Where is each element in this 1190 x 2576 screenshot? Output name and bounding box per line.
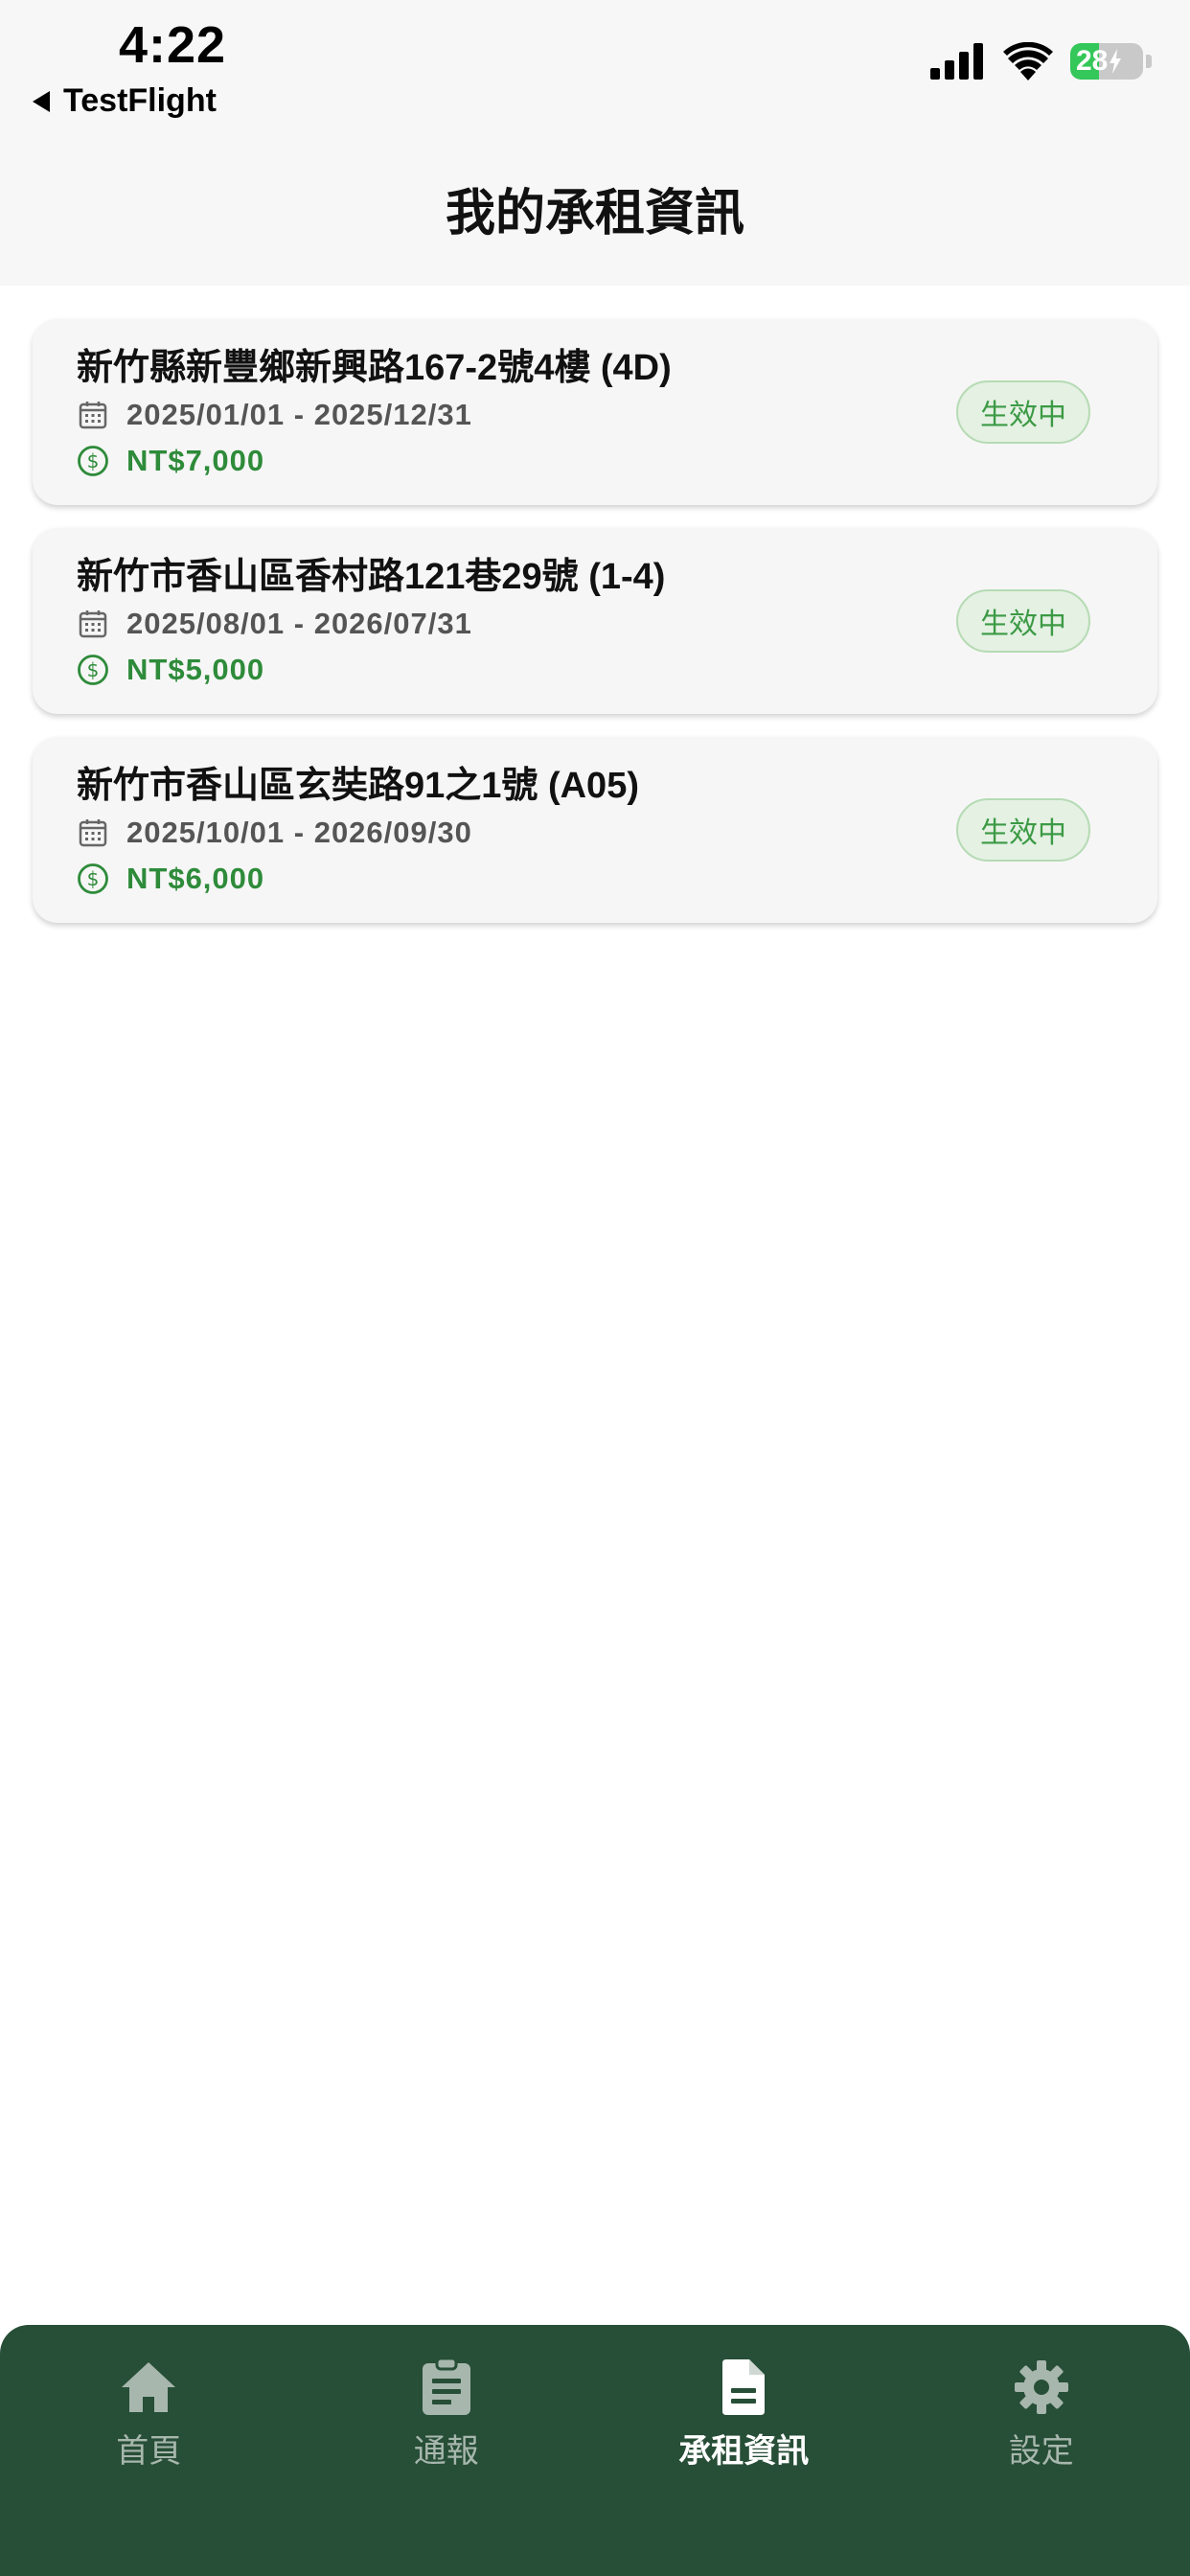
dollar-circle-icon: $ <box>77 445 109 477</box>
svg-text:$: $ <box>87 867 100 890</box>
lease-rent-row: $ NT$7,000 <box>77 440 1113 482</box>
gear-icon <box>1012 2358 1071 2417</box>
lease-rent-row: $ NT$6,000 <box>77 858 1113 900</box>
cellular-signal-icon <box>930 43 983 80</box>
tab-label: 通報 <box>413 2433 479 2470</box>
svg-text:$: $ <box>87 449 100 472</box>
lease-rent: NT$6,000 <box>126 862 265 895</box>
lease-address: 新竹市香山區香村路121巷29號 (1-4) <box>77 557 666 597</box>
back-link-label: TestFlight <box>63 82 217 119</box>
status-badge: 生效中 <box>956 798 1090 862</box>
battery-nub <box>1146 55 1152 68</box>
lease-rent: NT$5,000 <box>126 653 265 686</box>
svg-text:$: $ <box>87 658 100 681</box>
calendar-icon <box>77 399 109 431</box>
tab-lease-info[interactable]: 承租資訊 <box>595 2325 893 2576</box>
status-time: 4:22 <box>119 16 227 74</box>
lease-period: 2025/01/01 - 2025/12/31 <box>126 398 472 431</box>
battery-level: 28 <box>1076 45 1109 77</box>
calendar-icon <box>77 816 109 849</box>
lease-rent: NT$7,000 <box>126 444 265 477</box>
page-title: 我的承租資訊 <box>445 186 744 242</box>
dollar-circle-icon: $ <box>77 654 109 686</box>
screen: 4:22 TestFlight 28 我的承租資訊 新竹縣新豐鄉新興路167-2… <box>0 0 1190 2576</box>
status-icons: 28 <box>930 42 1152 80</box>
wifi-icon <box>1003 42 1053 80</box>
tab-report[interactable]: 通報 <box>298 2325 596 2576</box>
lease-list: 新竹縣新豐鄉新興路167-2號4樓 (4D) 2025/01/01 - 2025… <box>33 319 1157 946</box>
lease-card[interactable]: 新竹縣新豐鄉新興路167-2號4樓 (4D) 2025/01/01 - 2025… <box>33 319 1157 505</box>
tab-home[interactable]: 首頁 <box>0 2325 298 2576</box>
lease-card[interactable]: 新竹市香山區玄奘路91之1號 (A05) 2025/10/01 - 2026/0… <box>33 737 1157 923</box>
lease-rent-row: $ NT$5,000 <box>77 649 1113 691</box>
status-badge: 生效中 <box>956 589 1090 653</box>
battery-charging-icon: 28 <box>1070 43 1143 80</box>
lease-address: 新竹市香山區玄奘路91之1號 (A05) <box>77 766 639 806</box>
top-area: 4:22 TestFlight 28 我的承租資訊 <box>0 0 1190 286</box>
tab-label: 承租資訊 <box>678 2433 810 2470</box>
calendar-icon <box>77 608 109 640</box>
lease-card[interactable]: 新竹市香山區香村路121巷29號 (1-4) 2025/08/01 - 2026… <box>33 528 1157 714</box>
lease-period: 2025/10/01 - 2026/09/30 <box>126 816 472 849</box>
dollar-circle-icon: $ <box>77 862 109 895</box>
lease-period: 2025/08/01 - 2026/07/31 <box>126 607 472 640</box>
document-icon <box>714 2358 773 2417</box>
bottom-tab-bar: 首頁 通報 承租資訊 設定 <box>0 2325 1190 2576</box>
back-to-testflight-link[interactable]: TestFlight <box>33 82 217 120</box>
tab-label: 設定 <box>1008 2433 1074 2470</box>
status-badge: 生效中 <box>956 380 1090 444</box>
charging-bolt-icon <box>1110 49 1122 74</box>
clipboard-icon <box>417 2358 476 2417</box>
tab-label: 首頁 <box>116 2433 182 2470</box>
back-arrow-icon <box>33 90 50 112</box>
home-icon <box>119 2358 178 2417</box>
tab-settings[interactable]: 設定 <box>893 2325 1190 2576</box>
lease-address: 新竹縣新豐鄉新興路167-2號4樓 (4D) <box>77 348 672 388</box>
